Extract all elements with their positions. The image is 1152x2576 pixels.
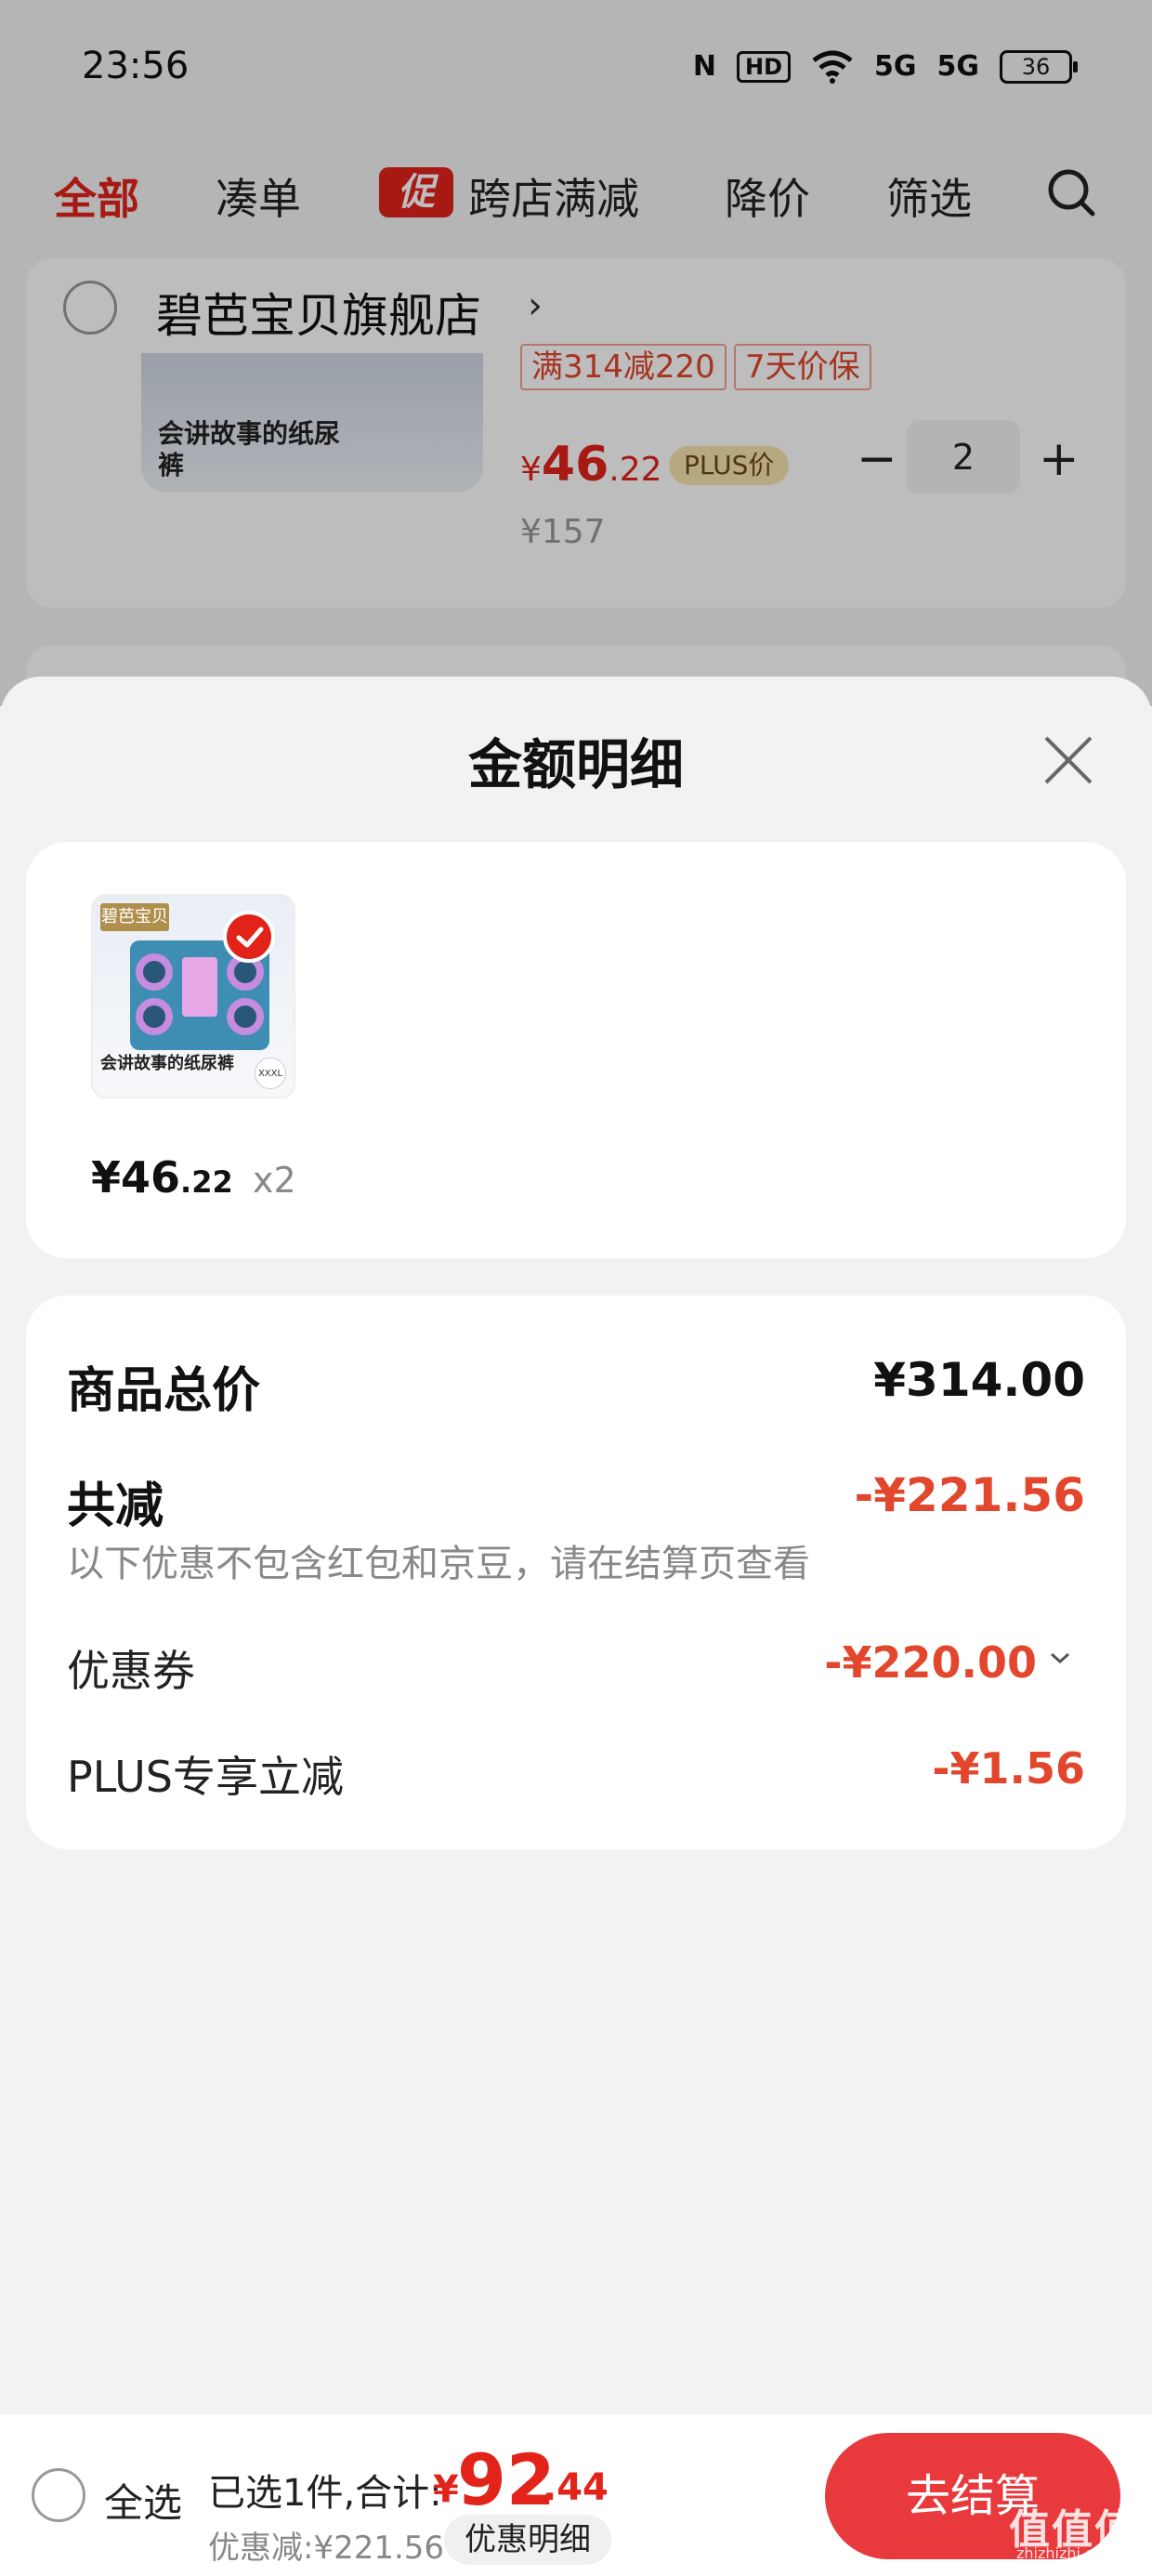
watermark-url: zhizhizhi.com [1016, 2544, 1118, 2562]
size-badge: XXXL [255, 1058, 286, 1089]
select-all-radio[interactable] [32, 2468, 85, 2522]
discount-note: 以下优惠不包含红包和京豆，请在结算页查看 [67, 1543, 810, 1585]
chevron-down-icon[interactable] [1046, 1647, 1074, 1669]
coupon-label: 优惠券 [67, 1646, 195, 1696]
item-quantity: x2 [253, 1160, 296, 1201]
checkmark-icon [223, 911, 275, 963]
total-price-value: ¥314.00 [873, 1353, 1085, 1407]
total-reduce-value: -¥221.56 [854, 1468, 1086, 1522]
total-reduce-label: 共减 [67, 1479, 164, 1534]
total-amount-integer: 92 [457, 2438, 556, 2521]
selected-count-text: 已选1件,合计: [208, 2472, 442, 2515]
sheet-title: 金额明细 [467, 733, 684, 796]
item-price: ¥46.22 [91, 1152, 233, 1203]
coupon-value[interactable]: -¥220.00 [824, 1637, 1037, 1688]
item-caption: 会讲故事的纸尿裤 [100, 1054, 234, 1073]
total-amount-decimal: .44 [543, 2466, 609, 2509]
total-price-label: 商品总价 [67, 1363, 261, 1419]
select-all-label[interactable]: 全选 [104, 2472, 182, 2529]
brand-tag: 碧芭宝贝 [100, 903, 169, 931]
dim-overlay[interactable] [0, 0, 1152, 706]
close-icon[interactable] [1039, 730, 1098, 790]
plus-discount-value: -¥1.56 [932, 1743, 1085, 1794]
discount-detail-button[interactable]: 优惠明细 [444, 2515, 611, 2565]
discount-amount-text: 优惠减:¥221.56 [208, 2530, 445, 2567]
plus-discount-label: PLUS专享立减 [67, 1752, 344, 1802]
total-currency: ¥ [433, 2468, 459, 2511]
